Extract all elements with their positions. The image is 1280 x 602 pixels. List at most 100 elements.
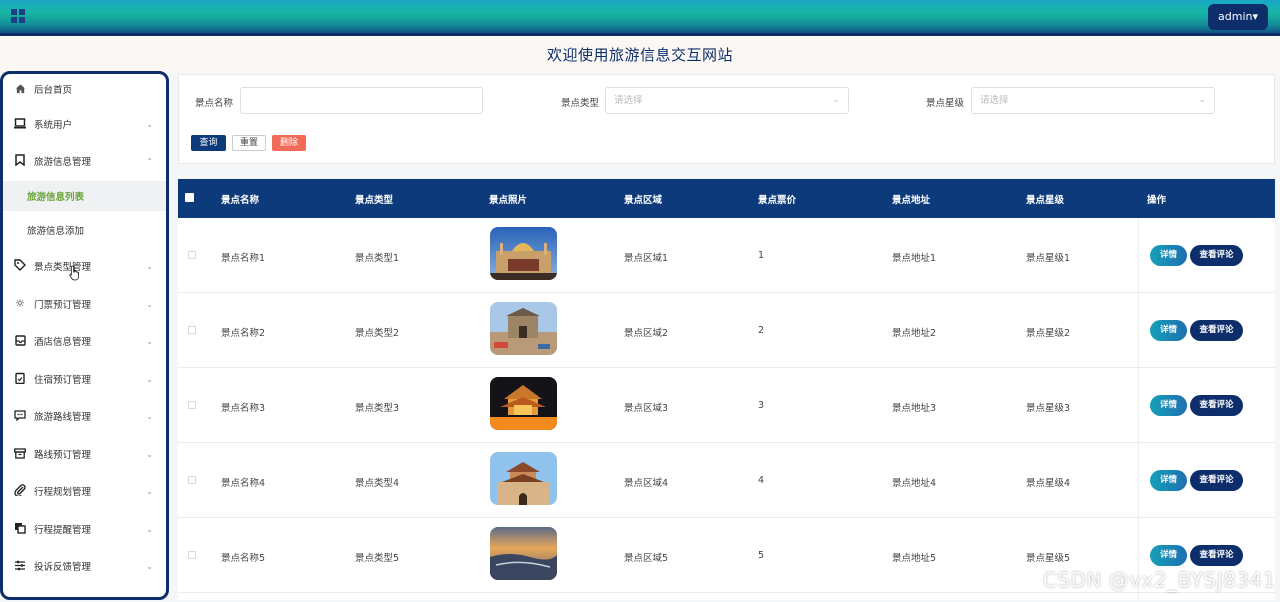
view-reviews-button[interactable]: 查看评论 bbox=[1190, 245, 1243, 266]
table-row: 景点名称3 景点类型3 景点区域3 3 景点地址3 景点星级3 详情 查看评论 bbox=[178, 368, 1275, 443]
type-select[interactable]: 请选择 ⌄ bbox=[605, 87, 849, 114]
sidebar: 后台首页 系统用户 ⌄ 旅游信息管理 ⌃ 旅游信息列表 旅游信息添加 景点类型管… bbox=[0, 71, 169, 600]
attraction-photo bbox=[490, 527, 557, 580]
chevron-down-icon: ⌄ bbox=[832, 95, 840, 105]
sidebar-item-label: 住宿预订管理 bbox=[34, 375, 92, 386]
delete-button[interactable]: 删除 bbox=[272, 135, 306, 151]
view-reviews-button[interactable]: 查看评论 bbox=[1190, 395, 1243, 416]
sidebar-item-label: 行程规划管理 bbox=[34, 487, 92, 498]
cell-area: 景点区域1 bbox=[624, 253, 669, 264]
row-checkbox[interactable] bbox=[188, 401, 196, 409]
sidebar-item-complaint-feedback[interactable]: 投诉反馈管理 ⌄ bbox=[3, 551, 166, 581]
row-checkbox[interactable] bbox=[188, 251, 196, 259]
sidebar-item-lodging-booking[interactable]: 住宿预订管理 ⌄ bbox=[3, 364, 166, 394]
column-header: 景点票价 bbox=[758, 195, 797, 206]
row-checkbox[interactable] bbox=[188, 476, 196, 484]
detail-button[interactable]: 详情 bbox=[1150, 545, 1187, 566]
attraction-photo bbox=[490, 302, 557, 355]
sidebar-subitem-travel-add[interactable]: 旅游信息添加 bbox=[3, 215, 166, 245]
cell-name: 景点名称3 bbox=[221, 403, 266, 414]
chevron-down-icon: ⌄ bbox=[146, 299, 153, 309]
sidebar-item-label: 旅游路线管理 bbox=[34, 412, 92, 423]
copy-icon bbox=[14, 522, 26, 534]
top-navbar: admin▾ bbox=[0, 0, 1280, 36]
type-filter-label: 景点类型 bbox=[561, 98, 600, 109]
table-header: 景点名称 景点类型 景点照片 景点区域 景点票价 景点地址 景点星级 操作 bbox=[178, 179, 1275, 218]
row-checkbox[interactable] bbox=[188, 326, 196, 334]
cell-type: 景点类型4 bbox=[355, 478, 400, 489]
message-icon bbox=[14, 409, 26, 421]
column-header: 操作 bbox=[1147, 195, 1167, 206]
cell-address: 景点地址1 bbox=[892, 253, 937, 264]
attraction-photo bbox=[490, 377, 557, 430]
sidebar-item-itinerary-reminder[interactable]: 行程提醒管理 ⌄ bbox=[3, 514, 166, 544]
sidebar-item-label: 景点类型管理 bbox=[34, 262, 92, 273]
query-button[interactable]: 查询 bbox=[191, 135, 226, 151]
sidebar-item-route-booking[interactable]: 路线预订管理 ⌄ bbox=[3, 439, 166, 469]
column-header: 景点类型 bbox=[355, 195, 394, 206]
chevron-down-icon: ⌄ bbox=[146, 561, 153, 571]
reset-button[interactable]: 重置 bbox=[232, 135, 266, 151]
chevron-down-icon: ⌄ bbox=[146, 411, 153, 421]
star-filter-label: 景点星级 bbox=[926, 98, 965, 109]
table-row: 景点名称4 景点类型4 景点区域4 4 景点地址4 景点星级4 详情 查看评论 bbox=[178, 443, 1275, 518]
sidebar-item-home[interactable]: 后台首页 bbox=[3, 74, 166, 104]
detail-button[interactable]: 详情 bbox=[1150, 320, 1187, 341]
sidebar-item-ticket-booking[interactable]: ☼ 门票预订管理 ⌄ bbox=[3, 289, 166, 319]
sidebar-item-attraction-types[interactable]: 景点类型管理 ⌄ bbox=[3, 251, 166, 281]
chevron-down-icon: ⌄ bbox=[146, 119, 153, 129]
view-reviews-button[interactable]: 查看评论 bbox=[1190, 470, 1243, 491]
watermark: CSDN @vx2_BYSJ8341 bbox=[1042, 568, 1276, 592]
chevron-up-icon: ⌃ bbox=[146, 156, 153, 166]
cell-price: 1 bbox=[758, 250, 765, 261]
grid-icon[interactable] bbox=[11, 9, 25, 23]
cell-price: 3 bbox=[758, 400, 765, 411]
sidebar-item-itinerary-planning[interactable]: 行程规划管理 ⌄ bbox=[3, 476, 166, 506]
cell-star: 景点星级1 bbox=[1026, 253, 1071, 264]
view-reviews-button[interactable]: 查看评论 bbox=[1190, 320, 1243, 341]
column-header: 景点星级 bbox=[1026, 195, 1065, 206]
sidebar-item-label: 行程提醒管理 bbox=[34, 525, 92, 536]
inbox-icon bbox=[14, 334, 26, 346]
chevron-down-icon: ⌄ bbox=[146, 449, 153, 459]
search-panel: 景点名称 景点类型 请选择 ⌄ 景点星级 请选择 ⌄ 查询 重置 删除 bbox=[178, 74, 1275, 164]
cell-type: 景点类型5 bbox=[355, 553, 400, 564]
view-reviews-button[interactable]: 查看评论 bbox=[1190, 545, 1243, 566]
travel-info-table: 景点名称 景点类型 景点照片 景点区域 景点票价 景点地址 景点星级 操作 景点… bbox=[178, 179, 1275, 600]
sidebar-item-travel-routes[interactable]: 旅游路线管理 ⌄ bbox=[3, 401, 166, 431]
cell-name: 景点名称2 bbox=[221, 328, 266, 339]
cell-name: 景点名称1 bbox=[221, 253, 266, 264]
row-checkbox[interactable] bbox=[188, 551, 196, 559]
cell-name: 景点名称5 bbox=[221, 553, 266, 564]
laptop-icon bbox=[14, 117, 26, 129]
user-menu-button[interactable]: admin▾ bbox=[1208, 4, 1268, 30]
cell-star: 景点星级2 bbox=[1026, 328, 1071, 339]
cell-type: 景点类型3 bbox=[355, 403, 400, 414]
detail-button[interactable]: 详情 bbox=[1150, 245, 1187, 266]
cell-name: 景点名称4 bbox=[221, 478, 266, 489]
sidebar-item-hotel-info[interactable]: 酒店信息管理 ⌄ bbox=[3, 326, 166, 356]
paperclip-icon bbox=[14, 484, 26, 496]
type-select-placeholder: 请选择 bbox=[614, 95, 643, 106]
cell-address: 景点地址5 bbox=[892, 553, 937, 564]
detail-button[interactable]: 详情 bbox=[1150, 470, 1187, 491]
sidebar-item-system-users[interactable]: 系统用户 ⌄ bbox=[3, 109, 166, 139]
attraction-photo bbox=[490, 452, 557, 505]
cell-star: 景点星级4 bbox=[1026, 478, 1071, 489]
page-title: 欢迎使用旅游信息交互网站 bbox=[546, 46, 733, 64]
cell-area: 景点区域5 bbox=[624, 553, 669, 564]
sidebar-item-travel-info[interactable]: 旅游信息管理 ⌃ bbox=[3, 146, 166, 176]
select-all-checkbox[interactable] bbox=[185, 193, 194, 202]
sidebar-item-label: 投诉反馈管理 bbox=[34, 562, 92, 573]
clipboard-check-icon bbox=[14, 372, 26, 384]
sidebar-subitem-travel-list[interactable]: 旅游信息列表 bbox=[3, 181, 166, 211]
cell-area: 景点区域2 bbox=[624, 328, 669, 339]
column-header: 景点地址 bbox=[892, 195, 931, 206]
detail-button[interactable]: 详情 bbox=[1150, 395, 1187, 416]
hand-cursor-icon bbox=[69, 265, 79, 281]
sun-icon: ☼ bbox=[15, 296, 25, 310]
name-search-input[interactable] bbox=[240, 87, 483, 114]
star-select[interactable]: 请选择 ⌄ bbox=[971, 87, 1215, 114]
column-header: 景点区域 bbox=[624, 195, 663, 206]
cell-address: 景点地址3 bbox=[892, 403, 937, 414]
